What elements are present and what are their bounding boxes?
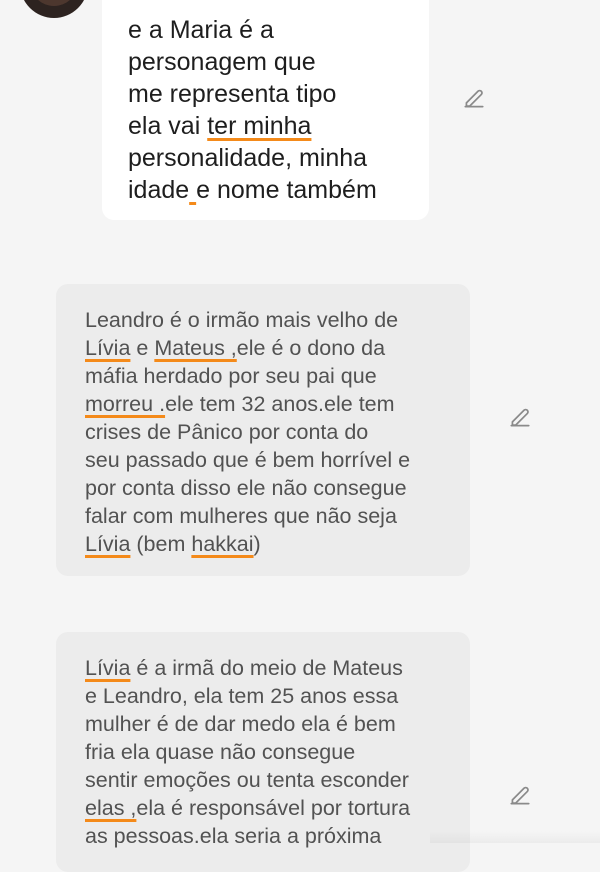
message-text: ele tem 32 anos.ele tem xyxy=(165,392,395,416)
spellcheck-underlined-text: ter minha xyxy=(207,112,312,140)
bottom-panel-edge xyxy=(430,831,600,843)
spellcheck-underlined-text: morreu . xyxy=(85,392,166,416)
message-text: idade xyxy=(128,176,190,204)
message-line: e a Maria é a xyxy=(128,14,405,46)
message-text: fria ela quase não consegue xyxy=(85,740,356,764)
message-bubble-assistant: Lívia é a irmã do meio de Mateus e Leandr… xyxy=(56,632,470,872)
message-line: seu passado que é bem horrível e xyxy=(85,446,444,474)
pencil-edit-icon xyxy=(510,408,530,427)
spellcheck-underlined-text: hakkai xyxy=(191,532,254,556)
message-line: e Leandro, ela tem 25 anos essa xyxy=(85,682,444,710)
message-line: fria ela quase não consegue xyxy=(85,738,444,766)
message-text: as pessoas.ela seria a próxima xyxy=(85,824,382,848)
message-line: falar com mulheres que não seja xyxy=(85,502,444,530)
message-text: é a irmã do meio de Mateus xyxy=(130,656,403,680)
message-line: personalidade, minha xyxy=(128,142,405,174)
message-line: Leandro é o irmão mais velho de xyxy=(85,306,444,334)
spellcheck-underlined-text: Mateus , xyxy=(154,336,237,360)
edit-message-button[interactable] xyxy=(460,84,488,112)
message-text: mulher é de dar medo ela é bem xyxy=(85,712,396,736)
message-text: por conta disso ele não consegue xyxy=(85,476,407,500)
message-line: ela vai ter minha xyxy=(128,110,405,142)
message-line: personagem que xyxy=(128,46,405,78)
message-line: Lívia é a irmã do meio de Mateus xyxy=(85,654,444,682)
message-text: e nome também xyxy=(196,176,377,204)
message-line: elas ,ela é responsável por tortura xyxy=(85,794,444,822)
message-text: e a Maria é a xyxy=(128,16,274,44)
message-text: ) xyxy=(253,532,261,556)
message-text: e xyxy=(130,336,155,360)
message-text: e Leandro, ela tem 25 anos essa xyxy=(85,684,399,708)
spellcheck-underlined-text: Lívia xyxy=(85,532,131,556)
message-bubble-user: e a Maria é a personagem que me representa… xyxy=(102,0,429,220)
message-line: máfia herdado por seu pai que xyxy=(85,362,444,390)
edit-message-button[interactable] xyxy=(506,403,534,431)
edit-message-button[interactable] xyxy=(506,781,534,809)
message-text: me representa tipo xyxy=(128,80,337,108)
message-line: Lívia e Mateus ,ele é o dono da xyxy=(85,334,444,362)
pencil-edit-icon xyxy=(510,786,530,805)
message-line: sentir emoções ou tenta esconder xyxy=(85,766,444,794)
message-text: Leandro é o irmão mais velho de xyxy=(85,308,399,332)
spellcheck-underlined-text: Lívia xyxy=(85,656,131,680)
message-line: me representa tipo xyxy=(128,78,405,110)
message-text: crises de Pânico por conta do xyxy=(85,420,369,444)
message-text: ela é responsável por tortura xyxy=(136,796,411,820)
message-line: mulher é de dar medo ela é bem xyxy=(85,710,444,738)
message-line: idade e nome também xyxy=(128,174,405,206)
message-text: seu passado que é bem horrível e xyxy=(85,448,411,472)
message-text: ele é o dono da xyxy=(236,336,386,360)
message-text: sentir emoções ou tenta esconder xyxy=(85,768,409,792)
message-text: personagem que xyxy=(128,48,316,76)
message-line: crises de Pânico por conta do xyxy=(85,418,444,446)
message-line: morreu .ele tem 32 anos.ele tem xyxy=(85,390,444,418)
message-text: falar com mulheres que não seja xyxy=(85,504,397,528)
spellcheck-underlined-text: Lívia xyxy=(85,336,131,360)
spellcheck-underlined-text: elas , xyxy=(85,796,137,820)
message-text: (bem xyxy=(130,532,192,556)
message-text: personalidade, minha xyxy=(128,144,368,172)
message-text: ela vai xyxy=(128,112,208,140)
message-text: máfia herdado por seu pai que xyxy=(85,364,377,388)
avatar xyxy=(20,0,88,18)
message-line: as pessoas.ela seria a próxima xyxy=(85,822,444,850)
pencil-edit-icon xyxy=(464,89,484,108)
message-line: por conta disso ele não consegue xyxy=(85,474,444,502)
message-bubble-assistant: Leandro é o irmão mais velho de Lívia e M… xyxy=(56,284,470,576)
message-line: Lívia (bem hakkai) xyxy=(85,530,444,558)
